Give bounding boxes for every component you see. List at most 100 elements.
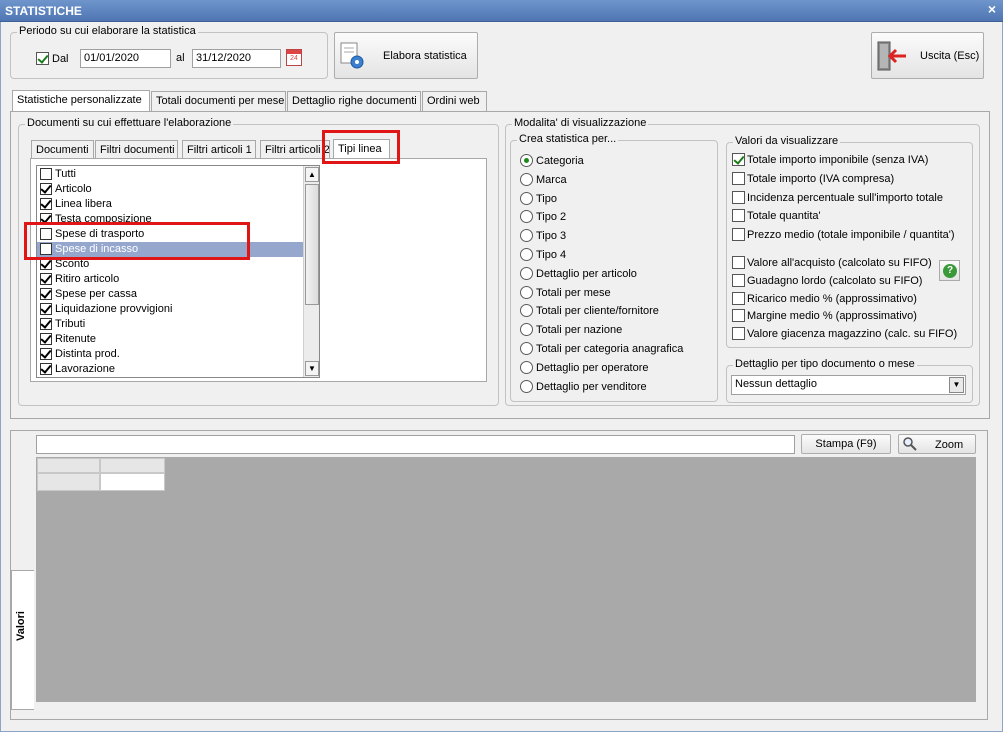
line-type-checkbox[interactable] [40, 168, 52, 180]
subtab-documenti[interactable]: Documenti [31, 140, 94, 160]
crea-option-radio[interactable] [520, 285, 533, 299]
valori-checkbox[interactable] [732, 191, 745, 204]
results-grid[interactable] [36, 457, 976, 702]
valori-checkbox[interactable] [732, 327, 745, 340]
tab-statistiche-personalizzate[interactable]: Statistiche personalizzate [12, 90, 150, 112]
help-icon: ? [943, 264, 957, 278]
line-type-item[interactable]: Articolo [37, 182, 311, 197]
line-type-checkbox[interactable] [40, 303, 52, 315]
line-type-checkbox[interactable] [40, 318, 52, 330]
grid-row-header[interactable] [37, 473, 100, 491]
subtab-filtri-articoli-2[interactable]: Filtri articoli 2 [260, 140, 330, 160]
line-type-checkbox[interactable] [40, 243, 52, 255]
crea-option-label: Categoria [536, 155, 584, 167]
crea-option-label: Totali per categoria anagrafica [536, 343, 684, 355]
grid-cell[interactable] [100, 473, 165, 491]
uscita-button[interactable]: Uscita (Esc) [871, 32, 984, 79]
crea-option-radio[interactable] [520, 360, 533, 374]
line-type-label: Articolo [55, 183, 92, 195]
valori-checkbox[interactable] [732, 228, 745, 241]
line-type-checkbox[interactable] [40, 273, 52, 285]
chevron-down-icon[interactable]: ▼ [949, 377, 964, 393]
tab-totali-documenti-per-mese[interactable]: Totali documenti per mese [151, 91, 286, 111]
valori-checkbox[interactable] [732, 292, 745, 305]
line-types-list[interactable]: Tutti Articolo Linea libera Testa composizi… [36, 165, 320, 378]
line-type-checkbox[interactable] [40, 348, 52, 360]
line-type-checkbox[interactable] [40, 333, 52, 345]
line-type-checkbox[interactable] [40, 198, 52, 210]
line-type-item[interactable]: Spese di trasporto [37, 227, 311, 242]
crea-option-radio[interactable] [520, 342, 533, 355]
scroll-up-icon[interactable]: ▲ [305, 167, 319, 182]
crea-option-label: Dettaglio per operatore [536, 361, 649, 374]
magnifier-icon [903, 437, 917, 451]
line-type-item[interactable]: Ritiro articolo [37, 272, 311, 287]
line-type-item[interactable]: Spese di incasso [37, 242, 311, 257]
valori-checkbox[interactable] [732, 309, 745, 322]
line-type-item[interactable]: Ritenute [37, 332, 311, 347]
line-type-label: Tributi [55, 318, 86, 330]
crea-option-label: Totali per nazione [536, 324, 623, 337]
line-type-label: Linea libera [55, 198, 112, 210]
documents-legend: Documenti su cui effettuare l'elaborazio… [25, 117, 234, 129]
line-type-checkbox[interactable] [40, 363, 52, 375]
zoom-button[interactable]: Zoom [898, 434, 976, 454]
valori-checkbox[interactable] [732, 274, 745, 287]
scroll-thumb[interactable] [305, 184, 319, 305]
line-type-label: Lavorazione [55, 363, 115, 375]
tab-dettaglio-righe-documenti[interactable]: Dettaglio righe documenti [287, 91, 421, 111]
valori-checkbox[interactable] [732, 172, 745, 185]
valori-label: Prezzo medio (totale imponibile / quanti… [747, 229, 955, 241]
crea-option-label: Tipo 2 [536, 211, 567, 224]
line-type-item[interactable]: Distinta prod. [37, 347, 311, 362]
valori-checkbox[interactable] [732, 256, 745, 269]
crea-option-radio[interactable] [520, 248, 533, 261]
line-type-item[interactable]: Tutti [37, 167, 311, 182]
line-type-checkbox[interactable] [40, 228, 52, 240]
line-type-checkbox[interactable] [40, 258, 52, 270]
line-type-item[interactable]: Tributi [37, 317, 311, 332]
crea-option-radio[interactable] [520, 191, 533, 205]
crea-option-label: Tipo 3 [536, 230, 567, 243]
line-type-checkbox[interactable] [40, 288, 52, 300]
valori-checkbox[interactable] [732, 209, 745, 222]
line-type-checkbox[interactable] [40, 213, 52, 225]
grid-column-header[interactable] [100, 458, 165, 473]
crea-option-radio[interactable] [520, 154, 533, 167]
line-type-item[interactable]: Testa composizione [37, 212, 311, 227]
from-date-field[interactable]: 01/01/2020 [80, 49, 171, 68]
valori-side-tab[interactable]: Valori [11, 570, 34, 710]
crea-option-label: Tipo [536, 192, 557, 205]
to-date-field[interactable]: 31/12/2020 [192, 49, 281, 68]
crea-option-radio[interactable] [520, 172, 533, 186]
subtab-filtri-documenti[interactable]: Filtri documenti [95, 140, 178, 160]
crea-legend: Crea statistica per... [517, 133, 619, 145]
crea-option-label: Dettaglio per articolo [536, 267, 637, 280]
results-search-input[interactable] [36, 435, 795, 454]
calendar-icon[interactable]: 24 [286, 49, 302, 66]
crea-option-radio[interactable] [520, 266, 533, 280]
valori-label: Ricarico medio % (approssimativo) [747, 293, 917, 305]
help-button[interactable]: ? [939, 260, 960, 281]
elabora-statistica-button[interactable]: Elabora statistica [334, 32, 478, 79]
line-type-checkbox[interactable] [40, 183, 52, 195]
crea-option-radio[interactable] [520, 379, 533, 393]
subtab-filtri-articoli-1[interactable]: Filtri articoli 1 [182, 140, 256, 160]
valori-checkbox[interactable] [732, 153, 745, 166]
scroll-down-icon[interactable]: ▼ [305, 361, 319, 376]
title-bar: STATISTICHE × [0, 0, 1003, 22]
close-icon[interactable]: × [988, 1, 996, 17]
line-type-item[interactable]: Spese per cassa [37, 287, 311, 302]
crea-option-label: Marca [536, 173, 567, 186]
stampa-button[interactable]: Stampa (F9) [801, 434, 891, 454]
tab-ordini-web[interactable]: Ordini web [422, 91, 487, 111]
dal-checkbox[interactable] [36, 52, 49, 65]
line-type-item[interactable]: Sconto [37, 257, 311, 272]
line-type-item[interactable]: Lavorazione [37, 362, 311, 377]
list-scrollbar[interactable]: ▲ ▼ [303, 166, 319, 377]
view-mode-legend: Modalita' di visualizzazione [512, 117, 649, 129]
dettaglio-value: Nessun dettaglio [735, 378, 817, 390]
line-type-item[interactable]: Liquidazione provvigioni [37, 302, 311, 317]
dettaglio-select[interactable]: Nessun dettaglio ▼ [731, 375, 966, 395]
line-type-item[interactable]: Linea libera [37, 197, 311, 212]
